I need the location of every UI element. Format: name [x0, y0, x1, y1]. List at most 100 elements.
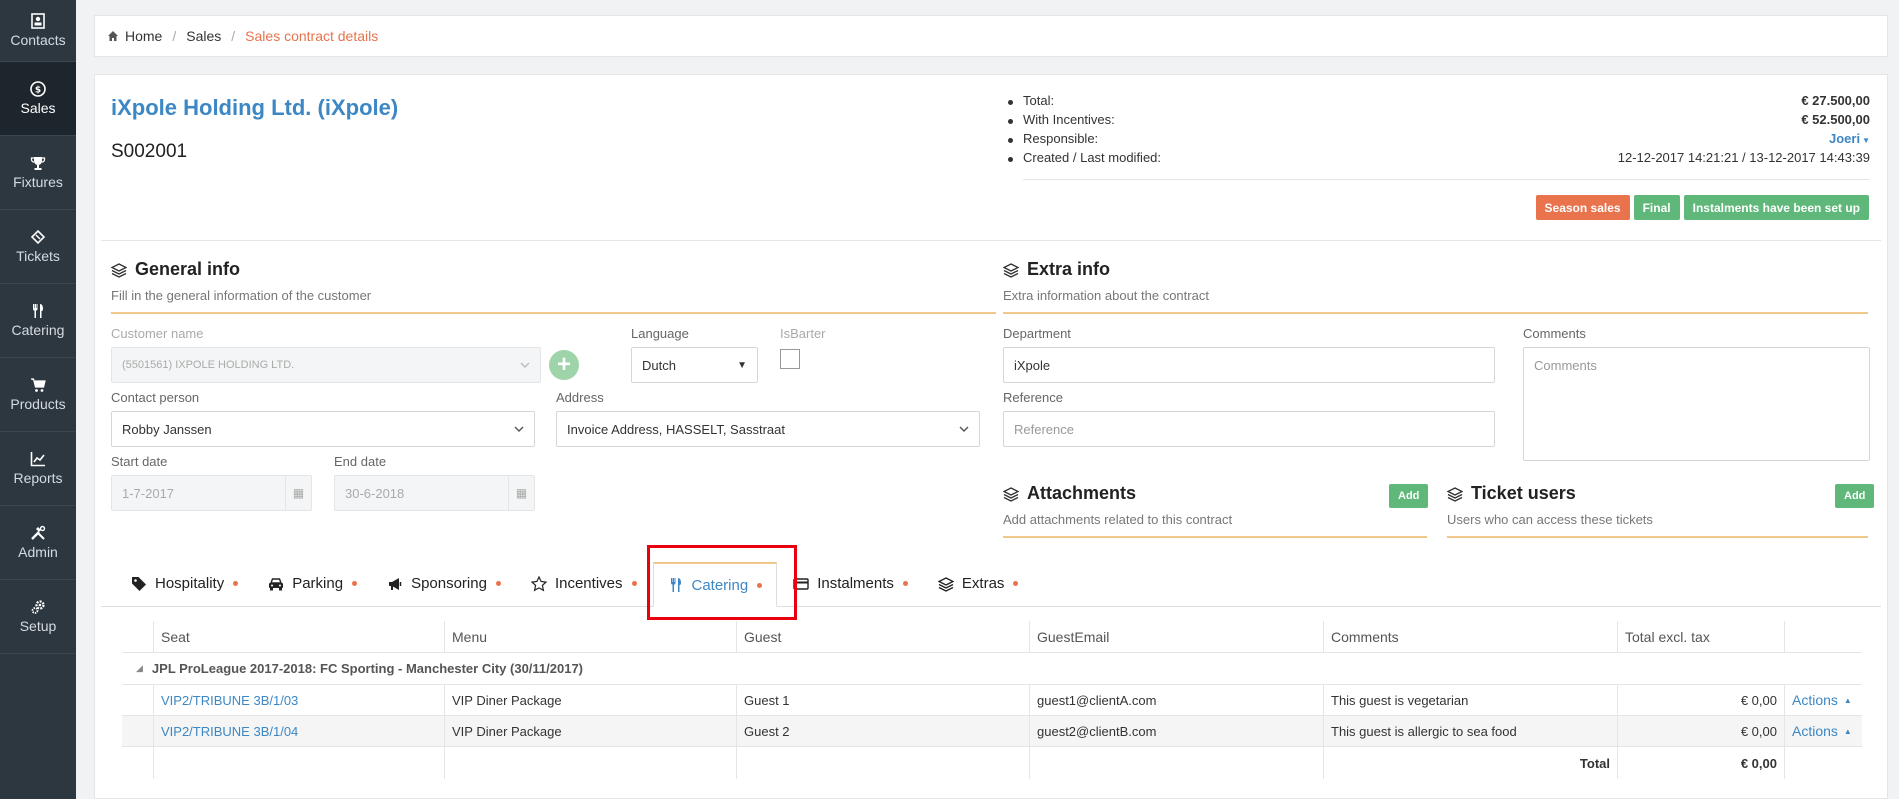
- contract-tabs: Hospitality Parking Sponsoring Incentive…: [101, 561, 1881, 607]
- breadcrumb-separator: /: [231, 28, 236, 44]
- sidebar-item-products[interactable]: Products: [0, 358, 76, 432]
- sidebar-item-tickets[interactable]: Tickets: [0, 210, 76, 284]
- table-group-row[interactable]: ◢ JPL ProLeague 2017-2018: FC Sporting -…: [122, 653, 1862, 685]
- reference-input[interactable]: Reference: [1003, 411, 1495, 447]
- table-header-cell[interactable]: Guest: [736, 621, 1029, 652]
- contact-person-value: Robby Janssen: [122, 421, 212, 437]
- table-header-cell[interactable]: GuestEmail: [1029, 621, 1323, 652]
- add-attachment-button[interactable]: Add: [1389, 484, 1429, 508]
- end-date-input[interactable]: 30-6-2018 ▦: [334, 475, 535, 511]
- sidebar-item-catering[interactable]: Catering: [0, 284, 76, 358]
- tab-incentives[interactable]: Incentives: [517, 561, 651, 606]
- summary-incentives: With Incentives: € 52.500,00: [1005, 112, 1870, 131]
- language-value: Dutch: [642, 357, 676, 373]
- chart-icon: [30, 452, 45, 467]
- add-ticket-user-button[interactable]: Add: [1835, 484, 1875, 508]
- layers-icon: [1003, 486, 1019, 502]
- tools-icon: [31, 525, 46, 540]
- layers-icon: [1447, 486, 1463, 502]
- extra-info-title: Extra info: [1003, 259, 1110, 280]
- sidebar-item-fixtures[interactable]: Fixtures: [0, 136, 76, 210]
- sidebar-label: Admin: [18, 544, 58, 560]
- table-header-cell[interactable]: Comments: [1323, 621, 1617, 652]
- highlight-box: [647, 545, 797, 620]
- sidebar-label: Catering: [11, 322, 65, 338]
- seat-link[interactable]: VIP2/TRIBUNE 3B/1/03: [153, 685, 444, 715]
- summary-divider: [1023, 179, 1870, 180]
- total-value: € 0,00: [1617, 747, 1784, 779]
- calendar-icon[interactable]: ▦: [508, 476, 534, 510]
- tab-label: Instalments: [817, 575, 894, 592]
- sidebar-item-admin[interactable]: Admin: [0, 506, 76, 580]
- tab-label: Extras: [961, 575, 1005, 592]
- table-header-cell[interactable]: Menu: [444, 621, 736, 652]
- star-icon: [530, 575, 547, 591]
- table-header-cell[interactable]: Total excl. tax: [1617, 621, 1784, 652]
- sidebar-item-sales[interactable]: $ Sales: [0, 62, 76, 136]
- trophy-icon: [30, 157, 46, 170]
- divider: [101, 240, 1881, 241]
- attachments-title: Attachments: [1003, 483, 1136, 504]
- sidebar-item-reports[interactable]: Reports: [0, 432, 76, 506]
- tab-instalments[interactable]: Instalments: [779, 561, 922, 606]
- contact-person-select[interactable]: Robby Janssen: [111, 411, 535, 447]
- tab-hospitality[interactable]: Hospitality: [117, 561, 252, 606]
- tab-indicator-dot: [631, 581, 637, 586]
- collapse-triangle-icon[interactable]: ◢: [136, 663, 143, 674]
- section-title-text: Attachments: [1027, 483, 1137, 503]
- breadcrumb-sales[interactable]: Sales: [186, 28, 221, 44]
- address-value: Invoice Address, HASSELT, Sasstraat: [567, 421, 785, 437]
- add-customer-button[interactable]: +: [549, 350, 579, 380]
- sidebar-item-setup[interactable]: Setup: [0, 580, 76, 654]
- actions-dropdown[interactable]: Actions ▲: [1784, 685, 1862, 715]
- gears-icon: [31, 600, 45, 614]
- tab-indicator-dot: [495, 581, 501, 586]
- sidebar-label: Products: [10, 396, 66, 412]
- ticket-users-subtitle: Users who can access these tickets: [1447, 512, 1653, 527]
- breadcrumb-home[interactable]: Home: [125, 28, 162, 44]
- isbarter-checkbox[interactable]: [780, 349, 800, 369]
- summary-created: Created / Last modified: 12-12-2017 14:2…: [1005, 150, 1870, 169]
- contract-number: S002001: [111, 141, 188, 162]
- chevron-down-icon: [520, 362, 530, 368]
- comments-placeholder: Comments: [1534, 358, 1597, 373]
- end-date-value: 30-6-2018: [345, 485, 405, 501]
- start-date-value: 1-7-2017: [122, 485, 175, 501]
- table-cell: [1784, 747, 1862, 779]
- cutlery-icon: [33, 304, 43, 318]
- comments-textarea[interactable]: Comments: [1523, 347, 1870, 461]
- tab-parking[interactable]: Parking: [254, 561, 371, 606]
- start-date-input[interactable]: 1-7-2017 ▦: [111, 475, 312, 511]
- language-select[interactable]: Dutch ▼: [631, 347, 758, 383]
- summary-total: Total: € 27.500,00: [1005, 93, 1870, 112]
- table-cell: VIP Diner Package: [444, 685, 736, 715]
- isbarter-label: IsBarter: [780, 326, 826, 341]
- tab-label: Parking: [292, 575, 344, 592]
- tab-indicator-dot: [352, 581, 358, 586]
- tab-sponsoring[interactable]: Sponsoring: [373, 561, 515, 606]
- seat-link[interactable]: VIP2/TRIBUNE 3B/1/04: [153, 716, 444, 746]
- actions-dropdown[interactable]: Actions ▲: [1784, 716, 1862, 746]
- department-input[interactable]: iXpole: [1003, 347, 1495, 383]
- caret-up-icon: ▲: [1843, 726, 1852, 736]
- plus-icon: +: [556, 351, 571, 378]
- sidebar-label: Tickets: [16, 248, 60, 264]
- cart-icon: [31, 378, 46, 392]
- tab-extras[interactable]: Extras: [924, 561, 1033, 606]
- megaphone-icon: [389, 577, 402, 590]
- caret-up-icon: ▲: [1843, 695, 1852, 705]
- tab-label: Hospitality: [155, 575, 225, 592]
- comments-label: Comments: [1523, 326, 1586, 341]
- department-value: iXpole: [1014, 357, 1051, 373]
- table-header-cell: [1784, 621, 1862, 652]
- address-select[interactable]: Invoice Address, HASSELT, Sasstraat: [556, 411, 980, 447]
- sidebar-item-contacts[interactable]: Contacts: [0, 0, 76, 62]
- tab-label: Incentives: [554, 575, 623, 592]
- table-cell: € 0,00: [1617, 716, 1784, 746]
- responsible-dropdown[interactable]: Joeri ▼: [1829, 131, 1870, 146]
- ticket-users-title: Ticket users: [1447, 483, 1576, 504]
- table-cell: [122, 685, 153, 715]
- company-title[interactable]: iXpole Holding Ltd. (iXpole): [111, 95, 398, 121]
- table-header-cell[interactable]: Seat: [153, 621, 444, 652]
- calendar-icon[interactable]: ▦: [285, 476, 311, 510]
